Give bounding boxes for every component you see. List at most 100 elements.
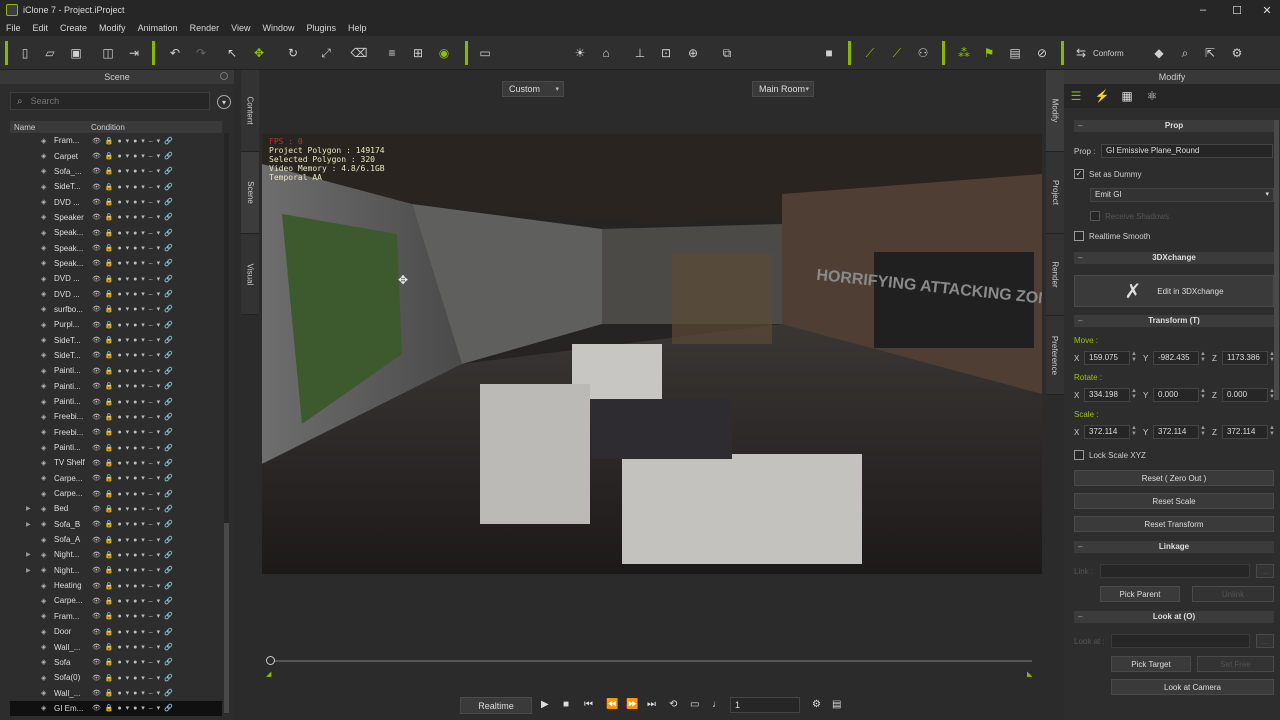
menu-window[interactable]: Window <box>256 23 300 33</box>
rotate-x-spinner[interactable]: ▲ ▼ <box>1131 388 1137 400</box>
frame-selected-icon[interactable]: ⊡ <box>657 44 675 62</box>
scale-x-spinner[interactable]: ▲ ▼ <box>1131 425 1137 437</box>
panel-pin-icon[interactable] <box>220 72 228 80</box>
menu-create[interactable]: Create <box>54 23 93 33</box>
table-row[interactable]: ◈ Carpet 👁 🔒 ● ▾ ● ▾ – ▾ 🔗 <box>10 148 222 163</box>
expand-arrow-icon[interactable]: ▶ <box>26 505 31 512</box>
timeline-toggle-icon[interactable]: ▤ <box>832 699 841 710</box>
expand-arrow-icon[interactable]: ▶ <box>26 567 31 574</box>
open-folder-icon[interactable]: ▱ <box>41 44 59 62</box>
move-y-field[interactable]: -982.435 <box>1153 351 1199 365</box>
table-row[interactable]: ◈ Painti... 👁 🔒 ● ▾ ● ▾ – ▾ 🔗 <box>10 440 222 455</box>
row-condition-icons[interactable]: 👁 🔒 ● ▾ ● ▾ – ▾ 🔗 <box>92 505 174 513</box>
table-row[interactable]: ◈ Speak... 👁 🔒 ● ▾ ● ▾ – ▾ 🔗 <box>10 256 222 271</box>
row-condition-icons[interactable]: 👁 🔒 ● ▾ ● ▾ – ▾ 🔗 <box>92 259 174 267</box>
filter-icon[interactable]: ▾ <box>217 95 231 109</box>
pick-target-button[interactable]: Pick Target <box>1111 656 1191 672</box>
range-end-marker[interactable]: ◣ <box>1027 670 1032 678</box>
table-row[interactable]: ▶ ◈ Night... 👁 🔒 ● ▾ ● ▾ – ▾ 🔗 <box>10 563 222 578</box>
motion-icon[interactable]: ⁂ <box>955 44 973 62</box>
range-start-marker[interactable]: ◢ <box>266 670 271 678</box>
look-at-camera-button[interactable]: Look at Camera <box>1111 679 1274 695</box>
edit-in-3dxchange-button[interactable]: ✗ Edit in 3DXchange <box>1074 275 1274 307</box>
row-condition-icons[interactable]: 👁 🔒 ● ▾ ● ▾ – ▾ 🔗 <box>92 152 174 160</box>
set-as-dummy-checkbox[interactable]: ✓ <box>1074 169 1084 179</box>
row-condition-icons[interactable]: 👁 🔒 ● ▾ ● ▾ – ▾ 🔗 <box>92 137 174 145</box>
close-button[interactable]: ✕ <box>1256 0 1278 20</box>
row-condition-icons[interactable]: 👁 🔒 ● ▾ ● ▾ – ▾ 🔗 <box>92 551 174 559</box>
row-condition-icons[interactable]: 👁 🔒 ● ▾ ● ▾ – ▾ 🔗 <box>92 582 174 590</box>
lookat-field[interactable] <box>1111 634 1250 648</box>
visibility-eye-icon[interactable]: ◉ <box>435 44 453 62</box>
menu-plugins[interactable]: Plugins <box>301 23 343 33</box>
row-condition-icons[interactable]: 👁 🔒 ● ▾ ● ▾ – ▾ 🔗 <box>92 351 174 359</box>
table-row[interactable]: ◈ Sofa 👁 🔒 ● ▾ ● ▾ – ▾ 🔗 <box>10 655 222 670</box>
table-row[interactable]: ◈ Painti... 👁 🔒 ● ▾ ● ▾ – ▾ 🔗 <box>10 394 222 409</box>
row-condition-icons[interactable]: 👁 🔒 ● ▾ ● ▾ – ▾ 🔗 <box>92 612 174 620</box>
fast-forward-icon[interactable]: ⏩ <box>626 699 638 710</box>
camera-frame-icon[interactable]: ⧉ <box>718 44 736 62</box>
light-sun-icon[interactable]: ☀ <box>571 44 589 62</box>
row-condition-icons[interactable]: 👁 🔒 ● ▾ ● ▾ – ▾ 🔗 <box>92 428 174 436</box>
home-icon[interactable]: ⌂ <box>597 44 615 62</box>
transform-section-header[interactable]: – Transform (T) <box>1074 315 1274 327</box>
link-field[interactable] <box>1100 564 1250 578</box>
menu-modify[interactable]: Modify <box>93 23 132 33</box>
prop-name-field[interactable]: GI Emissive Plane_Round <box>1101 144 1273 158</box>
table-row[interactable]: ◈ SideT... 👁 🔒 ● ▾ ● ▾ – ▾ 🔗 <box>10 348 222 363</box>
bone-edit-icon[interactable]: ⟋ <box>861 44 879 62</box>
share-folder-icon[interactable]: ⇱ <box>1201 44 1219 62</box>
zoom-extents-icon[interactable]: ⊕ <box>684 44 702 62</box>
row-condition-icons[interactable]: 👁 🔒 ● ▾ ● ▾ – ▾ 🔗 <box>92 704 174 712</box>
rotate-y-spinner[interactable]: ▲ ▼ <box>1200 388 1206 400</box>
diamond-icon[interactable]: ◆ <box>1150 44 1168 62</box>
table-row[interactable]: ▶ ◈ Bed 👁 🔒 ● ▾ ● ▾ – ▾ 🔗 <box>10 501 222 516</box>
row-condition-icons[interactable]: 👁 🔒 ● ▾ ● ▾ – ▾ 🔗 <box>92 520 174 528</box>
material-checker-icon[interactable]: ▦ <box>1119 88 1135 104</box>
redo-icon[interactable]: ↷ <box>192 44 210 62</box>
table-row[interactable]: ◈ DVD ... 👁 🔒 ● ▾ ● ▾ – ▾ 🔗 <box>10 194 222 209</box>
loop-icon[interactable]: ⟲ <box>669 699 677 710</box>
realtime-dropdown[interactable]: Realtime <box>460 697 532 714</box>
preview-window-icon[interactable]: ▭ <box>476 44 494 62</box>
row-condition-icons[interactable]: 👁 🔒 ● ▾ ● ▾ – ▾ 🔗 <box>92 628 174 636</box>
table-row[interactable]: ◈ DVD ... 👁 🔒 ● ▾ ● ▾ – ▾ 🔗 <box>10 271 222 286</box>
render-icon[interactable]: ◫ <box>99 44 117 62</box>
row-condition-icons[interactable]: 👁 🔒 ● ▾ ● ▾ – ▾ 🔗 <box>92 167 174 175</box>
move-tool-icon[interactable]: ✥ <box>250 44 268 62</box>
conform-icon[interactable]: ⇆ <box>1072 44 1090 62</box>
fit-down-icon[interactable]: ⊥ <box>631 44 649 62</box>
music-note-icon[interactable]: ♩ <box>712 699 722 710</box>
row-condition-icons[interactable]: 👁 🔒 ● ▾ ● ▾ – ▾ 🔗 <box>92 490 174 498</box>
move-x-spinner[interactable]: ▲ ▼ <box>1131 351 1137 363</box>
tab-modify[interactable]: Modify <box>1046 70 1064 152</box>
rotate-z-field[interactable]: 0.000 <box>1222 388 1268 402</box>
tab-render[interactable]: Render <box>1046 234 1064 316</box>
lookat-browse-button[interactable]: ... <box>1256 634 1274 648</box>
timeline-track[interactable] <box>270 660 1032 662</box>
set-free-button[interactable]: Set Free <box>1197 656 1274 672</box>
row-condition-icons[interactable]: 👁 🔒 ● ▾ ● ▾ – ▾ 🔗 <box>92 566 174 574</box>
row-condition-icons[interactable]: 👁 🔒 ● ▾ ● ▾ – ▾ 🔗 <box>92 398 174 406</box>
tab-content[interactable]: Content <box>241 70 259 152</box>
3d-viewport[interactable]: HORRIFYING ATTACKING ZOMBIES FPS : 0 Pro… <box>262 134 1042 574</box>
table-row[interactable]: ◈ DVD ... 👁 🔒 ● ▾ ● ▾ – ▾ 🔗 <box>10 286 222 301</box>
reset-scale-button[interactable]: Reset Scale <box>1074 493 1274 509</box>
emit-gi-dropdown[interactable]: Emit GI ▾ <box>1090 188 1274 202</box>
scale-tool-icon[interactable]: ⤢ <box>317 44 335 62</box>
row-condition-icons[interactable]: 👁 🔒 ● ▾ ● ▾ – ▾ 🔗 <box>92 658 174 666</box>
table-row[interactable]: ◈ Fram... 👁 🔒 ● ▾ ● ▾ – ▾ 🔗 <box>10 609 222 624</box>
row-condition-icons[interactable]: 👁 🔒 ● ▾ ● ▾ – ▾ 🔗 <box>92 244 174 252</box>
row-condition-icons[interactable]: 👁 🔒 ● ▾ ● ▾ – ▾ 🔗 <box>92 474 174 482</box>
table-row[interactable]: ◈ Carpe... 👁 🔒 ● ▾ ● ▾ – ▾ 🔗 <box>10 593 222 608</box>
row-condition-icons[interactable]: 👁 🔒 ● ▾ ● ▾ – ▾ 🔗 <box>92 674 174 682</box>
row-condition-icons[interactable]: 👁 🔒 ● ▾ ● ▾ – ▾ 🔗 <box>92 597 174 605</box>
rotate-z-spinner[interactable]: ▲ ▼ <box>1269 388 1275 400</box>
search-input[interactable]: Search <box>31 96 60 106</box>
expand-arrow-icon[interactable]: ▶ <box>26 551 31 558</box>
table-row[interactable]: ◈ SideT... 👁 🔒 ● ▾ ● ▾ – ▾ 🔗 <box>10 332 222 347</box>
table-row[interactable]: ▶ ◈ Night... 👁 🔒 ● ▾ ● ▾ – ▾ 🔗 <box>10 547 222 562</box>
subtitle-icon[interactable]: ▭ <box>690 699 699 710</box>
row-condition-icons[interactable]: 👁 🔒 ● ▾ ● ▾ – ▾ 🔗 <box>92 321 174 329</box>
table-row[interactable]: ◈ Speak... 👁 🔒 ● ▾ ● ▾ – ▾ 🔗 <box>10 240 222 255</box>
